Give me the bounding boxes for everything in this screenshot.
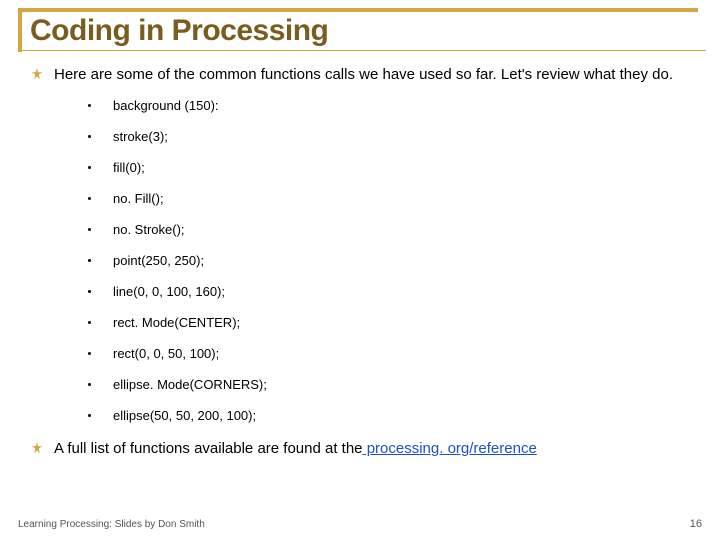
function-text: no. Fill();: [113, 191, 164, 206]
bullet-dot-icon: [88, 166, 91, 169]
reference-link[interactable]: processing. org/reference: [363, 440, 537, 457]
bullet-dot-icon: [88, 197, 91, 200]
function-text: ellipse(50, 50, 200, 100);: [113, 408, 256, 423]
slide-title: Coding in Processing: [30, 14, 698, 48]
bullet-dot-icon: [88, 321, 91, 324]
function-text: rect. Mode(CENTER);: [113, 315, 240, 330]
closing-bullet: A full list of functions available are f…: [30, 439, 690, 460]
function-text: no. Stroke();: [113, 222, 185, 237]
page-number: 16: [690, 518, 702, 530]
footer: Learning Processing: Slides by Don Smith…: [18, 518, 702, 530]
list-item: no. Stroke();: [88, 222, 690, 237]
bullet-dot-icon: [88, 104, 91, 107]
function-text: rect(0, 0, 50, 100);: [113, 346, 219, 361]
function-list: background (150): stroke(3); fill(0); no. F…: [30, 96, 690, 423]
list-item: ellipse(50, 50, 200, 100);: [88, 408, 690, 423]
closing-text: A full list of functions available are f…: [54, 439, 537, 459]
list-item: no. Fill();: [88, 191, 690, 206]
bullet-dot-icon: [88, 352, 91, 355]
bullet-dot-icon: [88, 290, 91, 293]
list-item: ellipse. Mode(CORNERS);: [88, 377, 690, 392]
intro-bullet: Here are some of the common functions ca…: [30, 65, 690, 86]
bullet-dot-icon: [88, 383, 91, 386]
function-text: fill(0);: [113, 160, 145, 175]
content-area: Here are some of the common functions ca…: [0, 51, 720, 460]
footer-text: Learning Processing: Slides by Don Smith: [18, 519, 205, 530]
list-item: rect. Mode(CENTER);: [88, 315, 690, 330]
function-text: background (150):: [113, 98, 219, 113]
closing-prefix: A full list of functions available are f…: [54, 440, 363, 457]
function-text: stroke(3);: [113, 129, 168, 144]
function-text: point(250, 250);: [113, 253, 204, 268]
intro-text: Here are some of the common functions ca…: [54, 65, 673, 85]
star-icon: [30, 441, 44, 460]
list-item: stroke(3);: [88, 129, 690, 144]
bullet-dot-icon: [88, 228, 91, 231]
list-item: background (150):: [88, 98, 690, 113]
bullet-dot-icon: [88, 259, 91, 262]
list-item: fill(0);: [88, 160, 690, 175]
function-text: ellipse. Mode(CORNERS);: [113, 377, 267, 392]
list-item: rect(0, 0, 50, 100);: [88, 346, 690, 361]
function-text: line(0, 0, 100, 160);: [113, 284, 225, 299]
bullet-dot-icon: [88, 414, 91, 417]
bullet-dot-icon: [88, 135, 91, 138]
list-item: point(250, 250);: [88, 253, 690, 268]
star-icon: [30, 67, 44, 86]
list-item: line(0, 0, 100, 160);: [88, 284, 690, 299]
